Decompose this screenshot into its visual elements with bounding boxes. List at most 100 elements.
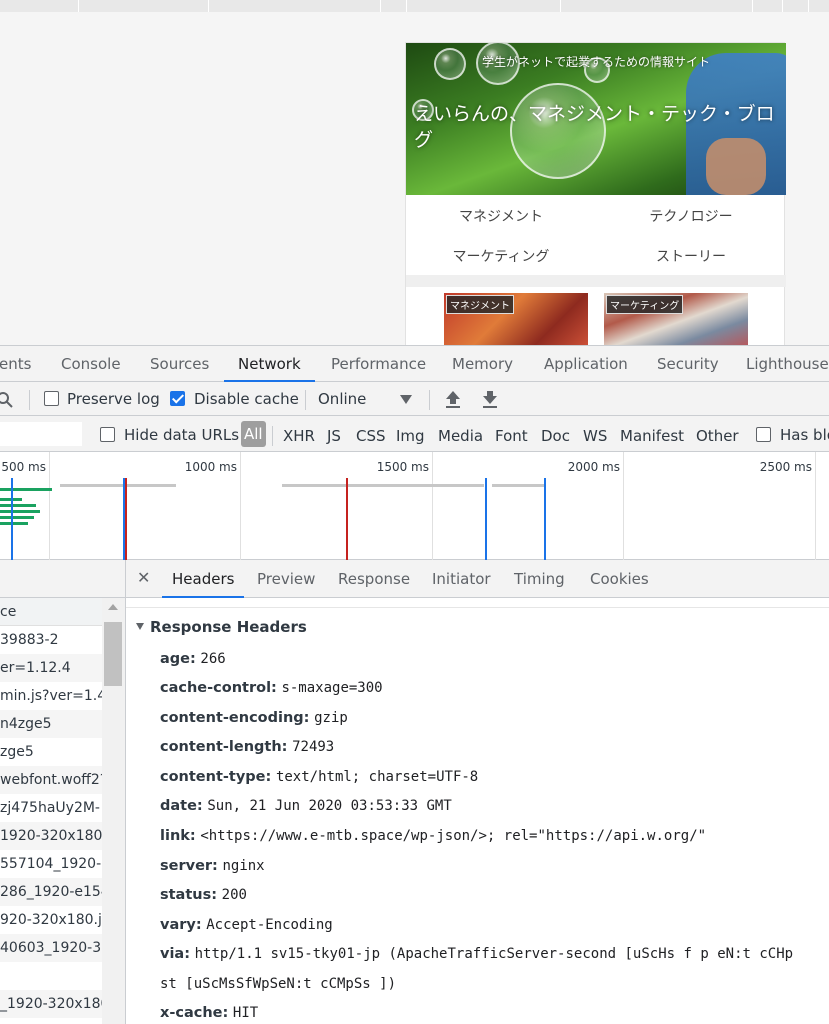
- header-name: cache-control:: [160, 680, 277, 696]
- request-row[interactable]: zge5: [0, 738, 102, 766]
- header-row: server: nginx: [160, 858, 265, 874]
- chevron-down-icon[interactable]: [400, 395, 412, 404]
- preserve-log-checkbox[interactable]: [44, 391, 59, 406]
- import-har-icon[interactable]: [445, 390, 461, 408]
- network-toolbar: Preserve log Disable cache Online: [0, 382, 829, 416]
- request-row[interactable]: 40603_1920-32: [0, 934, 102, 962]
- network-overview-timeline[interactable]: 500 ms 1000 ms 1500 ms 2000 ms 2500 ms: [0, 452, 829, 560]
- request-detail-panel: ✕ Headers Preview Response Initiator Tim…: [126, 560, 829, 1024]
- tab-security[interactable]: Security: [657, 346, 719, 382]
- filter-other[interactable]: Other: [696, 419, 739, 453]
- tab-memory[interactable]: Memory: [452, 346, 513, 382]
- header-value: HIT: [232, 1005, 259, 1021]
- hide-data-urls-label[interactable]: Hide data URLs: [124, 418, 239, 452]
- tab-application[interactable]: Application: [544, 346, 628, 382]
- request-row[interactable]: _1920-320x180: [0, 990, 102, 1018]
- tab-lighthouse[interactable]: Lighthouse: [746, 346, 829, 382]
- export-har-icon[interactable]: [482, 390, 498, 408]
- filter-manifest[interactable]: Manifest: [620, 419, 684, 453]
- request-row[interactable]: er=1.12.4: [0, 654, 102, 682]
- request-row[interactable]: 920-320x180.j: [0, 906, 102, 934]
- filter-font[interactable]: Font: [495, 419, 528, 453]
- preserve-log-label[interactable]: Preserve log: [67, 382, 160, 416]
- has-blocked-cookies-label[interactable]: Has blo: [780, 418, 829, 452]
- header-name: via:: [160, 946, 191, 962]
- tab-initiator[interactable]: Initiator: [432, 560, 491, 598]
- request-row[interactable]: zj475haUy2M-: [0, 794, 102, 822]
- nav-technology[interactable]: テクノロジー: [596, 206, 786, 226]
- hide-data-urls-checkbox[interactable]: [100, 427, 115, 442]
- request-list: ce 39883-2 er=1.12.4 min.js?ver=1.4 n4zg…: [0, 560, 126, 1024]
- filter-css[interactable]: CSS: [356, 419, 386, 453]
- column-header-name[interactable]: ce: [0, 598, 102, 626]
- tab-cookies[interactable]: Cookies: [590, 560, 649, 598]
- filter-all[interactable]: All: [241, 421, 266, 447]
- request-row[interactable]: 39883-2: [0, 626, 102, 654]
- post-card-marketing[interactable]: マーケティング: [604, 293, 748, 345]
- request-row[interactable]: n4zge5: [0, 710, 102, 738]
- site-subtitle: 学生がネットで起業するための情報サイト: [481, 55, 710, 69]
- tab-timing[interactable]: Timing: [514, 560, 565, 598]
- header-value: http/1.1 sv15-tky01-jp (ApacheTrafficSer…: [194, 946, 794, 962]
- scroll-up-arrow-icon[interactable]: [108, 604, 118, 610]
- header-value: Accept-Encoding: [206, 917, 333, 933]
- header-name: x-cache:: [160, 1005, 229, 1021]
- tab-network[interactable]: Network: [224, 346, 315, 382]
- request-row[interactable]: min.js?ver=1.4: [0, 682, 102, 710]
- filter-img[interactable]: Img: [396, 419, 425, 453]
- request-row[interactable]: 557104_1920-.: [0, 850, 102, 878]
- header-row: link: <https://www.e-mtb.space/wp-json/>…: [160, 828, 706, 844]
- filter-media[interactable]: Media: [438, 419, 483, 453]
- close-icon[interactable]: ✕: [137, 568, 150, 587]
- nav-management[interactable]: マネジメント: [406, 206, 596, 226]
- filter-input[interactable]: [0, 422, 82, 446]
- tab-response[interactable]: Response: [338, 560, 410, 598]
- header-name: content-length:: [160, 739, 288, 755]
- nav-story[interactable]: ストーリー: [596, 246, 786, 266]
- response-headers-toggle[interactable]: Response Headers: [136, 618, 307, 636]
- tick-label: 2500 ms: [759, 460, 812, 474]
- filter-xhr[interactable]: XHR: [283, 419, 315, 453]
- scrollbar-thumb[interactable]: [104, 622, 122, 686]
- header-value: text/html; charset=UTF-8: [275, 769, 479, 785]
- filter-bar: Hide data URLs All XHR JS CSS Img Media …: [0, 416, 829, 452]
- filter-ws[interactable]: WS: [583, 419, 607, 453]
- header-name: content-encoding:: [160, 710, 310, 726]
- tab-elements[interactable]: ents: [0, 346, 31, 382]
- request-row[interactable]: 1920-320x180.: [0, 822, 102, 850]
- nav-marketing[interactable]: マーケティング: [406, 246, 596, 266]
- devtools-tabbar: ents Console Sources Network Performance…: [0, 346, 829, 382]
- tab-preview[interactable]: Preview: [257, 560, 315, 598]
- header-row: cache-control: s-maxage=300: [160, 680, 383, 696]
- site-title[interactable]: えいらんの、マネジメント・テック・ブログ: [414, 101, 784, 153]
- header-value: 200: [221, 887, 247, 903]
- site-nav: マネジメント テクノロジー マーケティング ストーリー: [406, 195, 786, 275]
- disable-cache-checkbox[interactable]: [170, 391, 185, 406]
- tab-console[interactable]: Console: [61, 346, 121, 382]
- expand-triangle-icon: [136, 623, 144, 630]
- tab-performance[interactable]: Performance: [331, 346, 426, 382]
- post-card-management[interactable]: マネジメント: [444, 293, 588, 345]
- timeline-bar: [282, 484, 484, 487]
- header-row: content-encoding: gzip: [160, 710, 348, 726]
- header-name: age:: [160, 651, 196, 667]
- search-icon[interactable]: [0, 391, 14, 409]
- request-row[interactable]: 286_1920-e154: [0, 878, 102, 906]
- request-row[interactable]: webfont.woff2?: [0, 766, 102, 794]
- header-value-continuation: st [uScMsSfWpSeN:t cCMpSs ]): [160, 976, 397, 992]
- has-blocked-cookies-checkbox[interactable]: [756, 427, 771, 442]
- disable-cache-label[interactable]: Disable cache: [194, 382, 299, 416]
- header-value: 72493: [292, 739, 335, 755]
- tab-sources[interactable]: Sources: [150, 346, 209, 382]
- filter-doc[interactable]: Doc: [541, 419, 570, 453]
- timeline-bar: [0, 504, 36, 507]
- filter-js[interactable]: JS: [327, 419, 341, 453]
- tab-headers[interactable]: Headers: [161, 560, 245, 598]
- tick-label: 500 ms: [1, 460, 46, 474]
- throttling-select[interactable]: Online: [318, 382, 366, 416]
- header-value: <https://www.e-mtb.space/wp-json/>; rel=…: [200, 828, 707, 844]
- divider: [429, 390, 430, 410]
- header-name: vary:: [160, 917, 202, 933]
- request-row[interactable]: [0, 962, 102, 990]
- header-name: link:: [160, 828, 196, 844]
